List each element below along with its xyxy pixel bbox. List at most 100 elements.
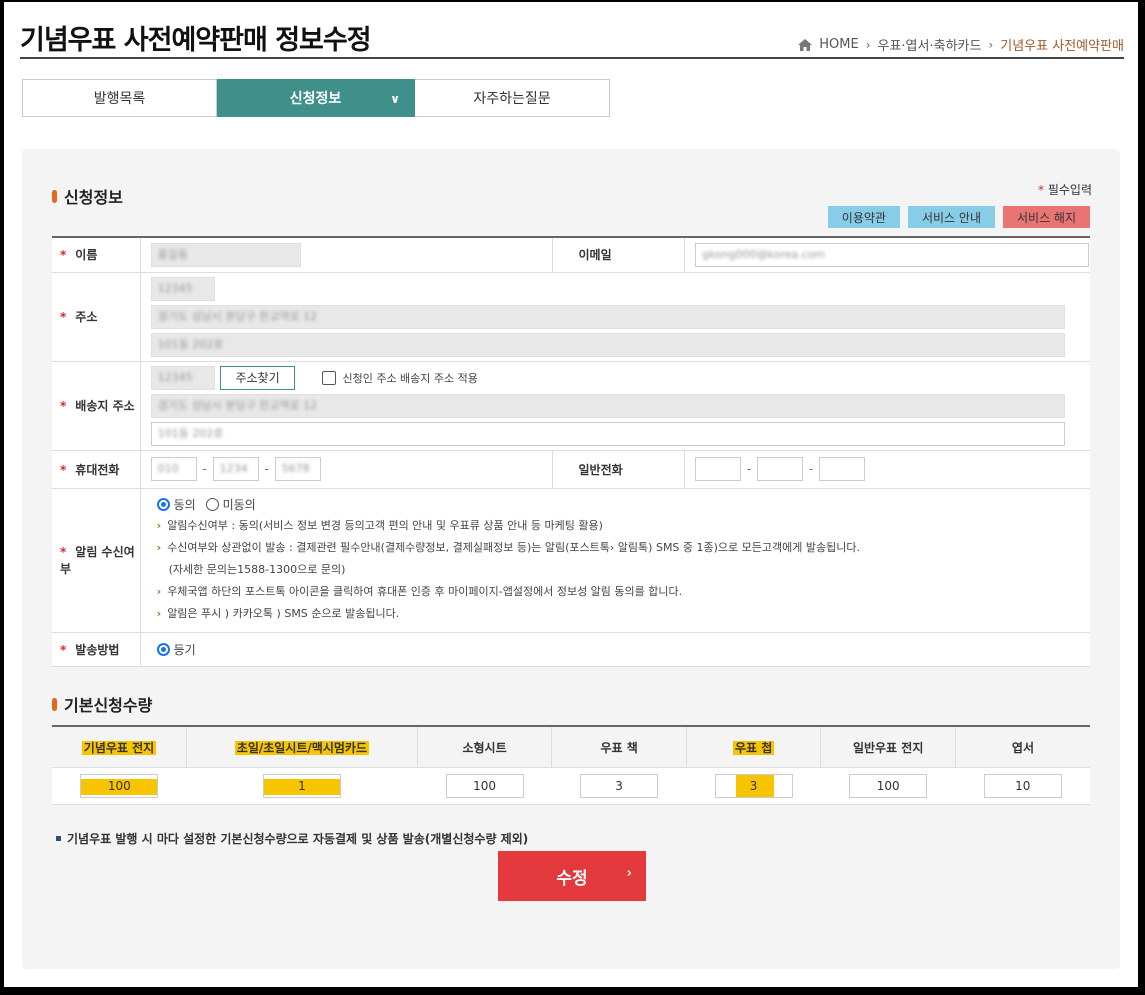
same-address-label: 신청인 주소 배송지 주소 적용 [342,371,478,385]
tab-faq[interactable]: 자주하는질문 [415,79,610,117]
auto-payment-note-text: 기념우표 발행 시 마다 설정한 기본신청수량으로 자동결제 및 상품 발송(개… [67,832,529,846]
breadcrumb-home[interactable]: HOME [819,37,858,52]
mobile-part2-field[interactable]: 1234 [212,457,259,481]
dash-separator: - [746,461,752,476]
notice-line: › 우체국앱 하단의 포스트톡 아이콘을 클릭하여 휴대폰 인증 후 마이페이지-… [156,584,683,598]
required-star-icon: * [60,310,67,324]
form-row-address: * 주소 12345 경기도 성남시 분당구 판교역로 12 101동 202호 [52,272,1090,362]
delivery-registered-radio[interactable] [156,642,170,656]
chevron-right-icon: › [156,518,162,532]
delivery-label-text: 발송방법 [75,642,120,657]
dash-separator: - [202,461,207,476]
service-buttons: 이용약관 서비스 안내 서비스 해지 [827,206,1090,228]
alarm-agree-label: 동의 [173,497,196,512]
phone-part3-field[interactable] [819,457,865,481]
chevron-right-icon: › [865,37,871,52]
chevron-right-icon: › [156,540,162,554]
submit-label: 수정 [556,868,588,889]
mobile-label-text: 휴대전화 [75,462,120,477]
quantity-table: 기념우표 전지 초일/초일시트/맥시멈카드 소형시트 우표 책 우표 첩 일반우… [52,725,1090,805]
page-title: 기념우표 사전예약판매 정보수정 [20,25,372,56]
column-header: 초일/초일시트/맥시멈카드 [186,726,418,768]
qty-mini-sheet-input[interactable]: 100 [445,774,524,798]
chevron-right-icon: › [988,37,994,52]
alarm-disagree-radio[interactable] [205,497,219,511]
dash-separator: - [808,461,814,476]
email-field[interactable]: gkong000@korea.com [695,242,1089,267]
column-header: 엽서 [955,726,1090,768]
notice-line: › 알림수신여부 : 동의(서비스 정보 변경 등의고객 편의 안내 및 우표류 … [156,518,603,532]
address-zip-field[interactable]: 12345 [150,276,215,301]
section-bullet-icon [52,189,57,203]
qty-regular-sheet-input[interactable]: 100 [849,774,928,798]
terms-button[interactable]: 이용약관 [827,206,900,228]
column-header: 소형시트 [417,726,553,768]
address-label-text: 주소 [75,310,98,324]
qty-postcard-input[interactable]: 10 [983,774,1062,798]
breadcrumb-category[interactable]: 우표·엽서·축하카드 [878,35,982,54]
tab-issue-list[interactable]: 발행목록 [22,79,217,117]
address-line1-field[interactable]: 경기도 성남시 분당구 판교역로 12 [150,304,1065,329]
section-title-text: 기본신청수량 [64,696,153,715]
chevron-down-icon: ∨ [390,92,400,106]
breadcrumb: HOME › 우표·엽서·축하카드 › 기념우표 사전예약판매 [798,35,1124,54]
notice-line: › 알림은 푸시 ) 카카오톡 ) SMS 순으로 발송됩니다. [156,606,400,620]
column-header: 기념우표 전지 [52,726,188,768]
phone-label: 일반전화 [551,450,686,489]
chevron-right-icon: › [156,606,162,620]
service-cancel-button[interactable]: 서비스 해지 [1002,206,1090,228]
breadcrumb-current[interactable]: 기념우표 사전예약판매 [1000,35,1124,54]
same-address-checkbox[interactable] [322,370,337,385]
alarm-disagree-label: 미동의 [222,497,256,512]
qty-commemorative-sheet-input[interactable]: 100 [80,774,159,798]
qty-first-day-input[interactable]: 1 [262,774,341,798]
shipping-line1-field[interactable]: 경기도 성남시 분당구 판교역로 12 [150,393,1065,418]
phone-part2-field[interactable] [757,457,803,481]
qty-stamp-book-input[interactable]: 3 [580,774,659,798]
column-header: 우표 첩 [686,726,822,768]
name-label-text: 이름 [75,248,98,263]
shipping-zip-field[interactable]: 12345 [150,365,215,390]
service-guide-button[interactable]: 서비스 안내 [907,206,995,228]
column-header: 일반우표 전지 [820,726,956,768]
address-search-button[interactable]: 주소찾기 [220,365,295,390]
email-label: 이메일 [551,237,686,273]
name-field[interactable]: 홍길동 [150,242,301,267]
quantity-header-row: 기념우표 전지 초일/초일시트/맥시멈카드 소형시트 우표 책 우표 첩 일반우… [52,726,1090,768]
mobile-part3-field[interactable]: 5678 [274,457,321,481]
section-title-application: 신청정보 [52,184,123,208]
section-bullet-icon [52,697,57,711]
required-star-icon: * [1038,183,1044,197]
tab-label: 자주하는질문 [473,91,551,107]
application-form: * 이름 홍길동 이메일 gkong000@korea.com * 주소 12345… [52,236,1090,667]
address-line2-field[interactable]: 101동 202호 [150,332,1065,357]
mobile-label: * 휴대전화 [52,450,141,489]
shipping-label-text: 배송지 주소 [75,399,135,413]
square-bullet-icon [56,836,61,841]
alarm-label-text: 알림 수신여부 [60,545,135,576]
page: 기념우표 사전예약판매 정보수정 HOME › 우표·엽서·축하카드 › 기념우… [4,2,1138,987]
submit-edit-button[interactable]: 수정 › [498,851,646,901]
phone-part1-field[interactable] [695,457,741,481]
form-row-shipping: * 배송지 주소 12345 주소찾기 신청인 주소 배송지 주소 적용 경기도 … [52,361,1090,451]
section-title-text: 신청정보 [64,188,123,207]
required-star-icon: * [60,545,67,559]
qty-stamp-folder-input[interactable]: 3 [714,774,793,798]
form-row-alarm: * 알림 수신여부 동의 미동의 › 알림수신여부 : 동의(서비스 정보 변경 등… [52,488,1090,633]
tab-bar: 발행목록 신청정보 ∨ 자주하는질문 [22,79,610,117]
mobile-part1-field[interactable]: 010 [150,457,197,481]
content-panel: 신청정보 * 필수입력 이용약관 서비스 안내 서비스 해지 * 이름 홍길동 이… [22,149,1120,969]
required-star-icon: * [60,642,67,657]
name-label: * 이름 [52,237,141,273]
alarm-agree-radio[interactable] [156,497,170,511]
delivery-label: * 발송방법 [52,632,141,667]
shipping-line2-field[interactable]: 101동 202호 [150,421,1065,446]
tab-application-info[interactable]: 신청정보 ∨ [217,79,415,117]
tab-label: 신청정보 [289,91,342,107]
home-icon [798,38,813,51]
notice-line: (자세한 문의는1588-1300으로 문의) [168,562,346,576]
required-star-icon: * [60,399,67,413]
required-star-icon: * [60,248,67,263]
delivery-registered-label: 등기 [173,642,196,657]
form-row-delivery: * 발송방법 등기 [52,632,1090,667]
